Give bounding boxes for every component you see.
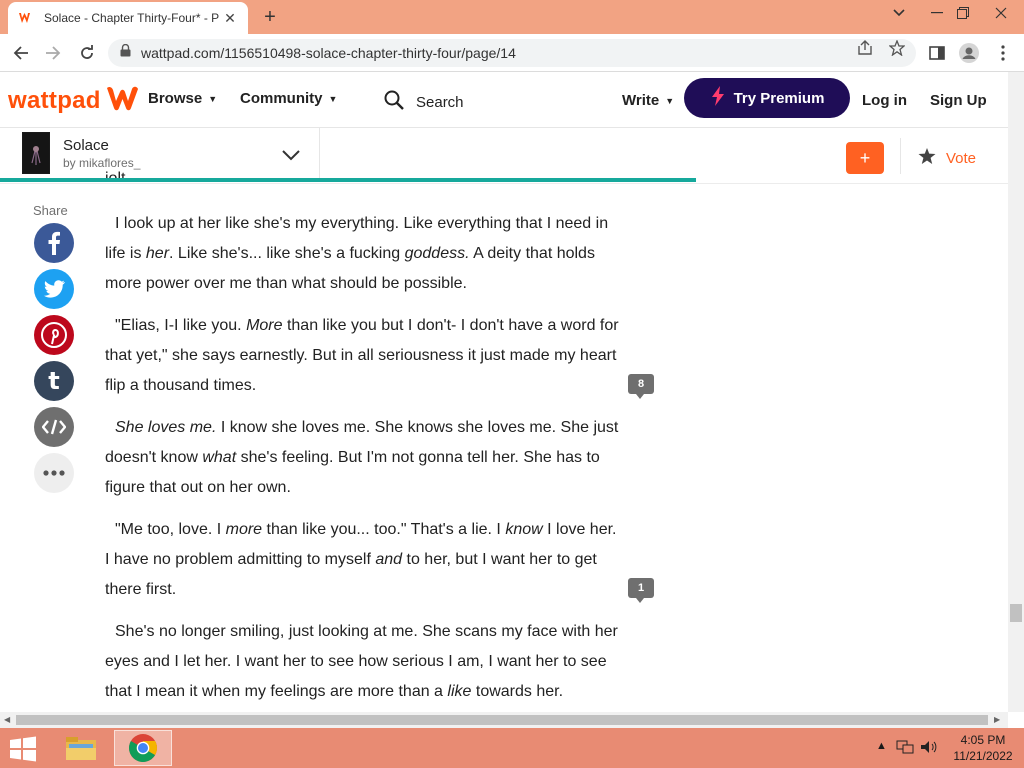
vertical-scrollbar[interactable] — [1008, 72, 1024, 712]
browse-menu[interactable]: Browse ▼ — [148, 90, 217, 107]
lock-icon — [120, 43, 131, 62]
wattpad-header: wattpad Browse ▼ Community ▼ Search Writ… — [0, 72, 1024, 128]
share-label: Share — [33, 203, 68, 218]
story-title[interactable]: Solace — [63, 137, 109, 154]
cut-text-fragment: jolt. — [105, 164, 130, 178]
tab-title: Solace - Chapter Thirty-Four* - P — [44, 11, 220, 25]
network-icon[interactable] — [896, 740, 914, 757]
horizontal-scrollbar[interactable]: ◀ ▶ — [0, 712, 1008, 728]
community-menu[interactable]: Community ▼ — [240, 90, 337, 107]
share-page-icon[interactable] — [856, 39, 874, 57]
scroll-left-arrow-icon[interactable]: ◀ — [4, 715, 10, 724]
wattpad-w-icon — [105, 84, 141, 117]
browser-tab-strip: Solace - Chapter Thirty-Four* - P ✕ + — [0, 0, 1024, 34]
file-explorer-icon[interactable] — [52, 730, 110, 766]
url-text: wattpad.com/1156510498-solace-chapter-th… — [141, 45, 516, 61]
inline-comment-count-badge[interactable]: 8 — [628, 374, 654, 399]
add-to-library-button[interactable]: + — [846, 142, 884, 174]
bookmark-star-icon[interactable] — [888, 39, 906, 57]
close-window-button[interactable] — [978, 0, 1024, 26]
system-clock[interactable]: 4:05 PM 11/21/2022 — [948, 732, 1018, 764]
chevron-down-icon[interactable] — [280, 144, 302, 166]
signup-link[interactable]: Sign Up — [930, 92, 987, 109]
search-icon — [384, 90, 404, 114]
paragraph[interactable]: "Me too, love. I more than like you... t… — [105, 515, 625, 605]
volume-icon[interactable] — [920, 740, 938, 757]
try-premium-button[interactable]: Try Premium — [684, 78, 850, 118]
tumblr-share-icon[interactable]: t — [34, 361, 74, 401]
more-options-icon[interactable] — [34, 453, 74, 493]
wattpad-logo[interactable]: wattpad — [8, 84, 141, 117]
reading-progress-fill — [0, 178, 696, 182]
windows-start-icon[interactable] — [8, 736, 38, 762]
facebook-share-icon[interactable] — [34, 223, 74, 263]
address-bar[interactable]: wattpad.com/1156510498-solace-chapter-th… — [108, 39, 916, 67]
vertical-scroll-thumb[interactable] — [1010, 604, 1022, 622]
paragraph[interactable]: "Elias, I-I like you. More than like you… — [105, 311, 625, 401]
story-cover[interactable] — [22, 132, 50, 174]
search-button[interactable]: Search — [384, 90, 464, 114]
divider — [319, 128, 320, 180]
write-menu[interactable]: Write ▼ — [622, 92, 674, 109]
reload-icon[interactable] — [74, 40, 100, 66]
new-tab-button[interactable]: + — [258, 5, 282, 29]
horizontal-scroll-thumb[interactable] — [16, 715, 988, 725]
story-header-bar: Solace by mikaflores_ + Vote — [0, 128, 1008, 184]
kebab-menu-icon[interactable] — [992, 42, 1014, 64]
divider — [900, 138, 901, 174]
back-arrow-icon[interactable] — [8, 40, 34, 66]
tab-close-icon[interactable]: ✕ — [222, 10, 238, 26]
twitter-share-icon[interactable] — [34, 269, 74, 309]
login-link[interactable]: Log in — [862, 92, 907, 109]
paragraph[interactable]: I look up at her like she's my everythin… — [105, 209, 625, 299]
embed-code-icon[interactable] — [34, 407, 74, 447]
profile-avatar-icon[interactable] — [958, 42, 980, 64]
forward-arrow-icon[interactable] — [40, 40, 66, 66]
side-panel-icon[interactable] — [926, 42, 948, 64]
windows-taskbar: ▲ 4:05 PM 11/21/2022 — [0, 728, 1024, 768]
star-icon — [918, 148, 936, 169]
inline-comment-count-badge[interactable]: 1 — [628, 578, 654, 603]
reading-progress-bar — [0, 178, 1008, 182]
show-hidden-icons-icon[interactable]: ▲ — [876, 740, 887, 752]
caret-down-icon: ▼ — [665, 95, 675, 106]
caret-down-icon: ▼ — [208, 93, 218, 104]
browser-toolbar: wattpad.com/1156510498-solace-chapter-th… — [0, 34, 1024, 72]
vote-button[interactable]: Vote — [918, 148, 976, 169]
paragraph[interactable]: She loves me. I know she loves me. She k… — [105, 413, 625, 503]
caret-down-icon: ▼ — [328, 93, 338, 104]
scroll-right-arrow-icon[interactable]: ▶ — [994, 715, 1000, 724]
pinterest-share-icon[interactable] — [34, 315, 74, 355]
wattpad-favicon-icon — [18, 10, 34, 26]
chrome-taskbar-icon[interactable] — [114, 730, 172, 766]
paragraph[interactable]: She's no longer smiling, just looking at… — [105, 617, 625, 707]
browser-tab[interactable]: Solace - Chapter Thirty-Four* - P ✕ — [8, 2, 248, 34]
lightning-icon — [710, 86, 726, 110]
